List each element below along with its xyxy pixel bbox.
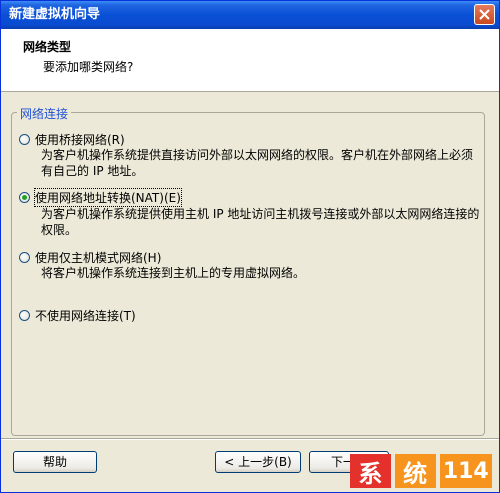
description-line: 为客户机操作系统提供直接访问外部以太网网络的权限。客户机在外部网络上必须 [41, 148, 474, 162]
radio-nat[interactable] [19, 192, 30, 203]
watermark-char-1: 系 [350, 454, 391, 488]
option-nat[interactable]: 使用网络地址转换(NAT)(E) [19, 188, 182, 207]
footer-separator [1, 438, 499, 440]
option-nat-description: 为客户机操作系统提供使用主机 IP 地址访问主机拨号连接或外部以太网网络连接的 … [41, 206, 481, 238]
close-icon [479, 9, 490, 20]
radio-host-only[interactable] [19, 252, 30, 263]
watermark-number: 114 [439, 454, 492, 488]
group-legend: 网络连接 [17, 105, 72, 122]
option-bridged[interactable]: 使用桥接网络(R) [19, 131, 125, 148]
description-line: 有自己的 IP 地址。 [41, 164, 144, 178]
option-nat-label[interactable]: 使用网络地址转换(NAT)(E) [34, 188, 182, 207]
radio-bridged[interactable] [19, 134, 30, 145]
radio-no-network[interactable] [19, 310, 30, 321]
wizard-window: 新建虚拟机向导 网络类型 要添加哪类网络? 网络连接 使用桥接网络(R) 为客户… [0, 0, 500, 493]
page-subtitle: 要添加哪类网络? [43, 60, 134, 74]
title-bar[interactable]: 新建虚拟机向导 [1, 1, 499, 29]
option-host-only-label[interactable]: 使用仅主机模式网络(H) [35, 249, 161, 266]
site-watermark: 系 统 114 [350, 452, 496, 490]
description-line: 为客户机操作系统提供使用主机 IP 地址访问主机拨号连接或外部以太网网络连接的 [41, 207, 480, 221]
description-line: 权限。 [41, 223, 78, 237]
option-no-network-label[interactable]: 不使用网络连接(T) [35, 307, 136, 324]
back-button[interactable]: < 上一步(B) [215, 451, 301, 473]
description-line: 将客户机操作系统连接到主机上的专用虚拟网络。 [41, 266, 306, 280]
watermark-char-2: 统 [394, 454, 436, 488]
wizard-header: 网络类型 要添加哪类网络? [1, 29, 499, 92]
close-button[interactable] [474, 4, 495, 25]
option-host-only-description: 将客户机操作系统连接到主机上的专用虚拟网络。 [41, 265, 481, 281]
page-title: 网络类型 [23, 40, 72, 54]
option-no-network[interactable]: 不使用网络连接(T) [19, 307, 136, 324]
option-host-only[interactable]: 使用仅主机模式网络(H) [19, 249, 161, 266]
help-button[interactable]: 帮助 [13, 451, 97, 473]
window-title: 新建虚拟机向导 [9, 7, 101, 22]
option-bridged-label[interactable]: 使用桥接网络(R) [35, 131, 125, 148]
option-bridged-description: 为客户机操作系统提供直接访问外部以太网网络的权限。客户机在外部网络上必须 有自己… [41, 147, 481, 179]
